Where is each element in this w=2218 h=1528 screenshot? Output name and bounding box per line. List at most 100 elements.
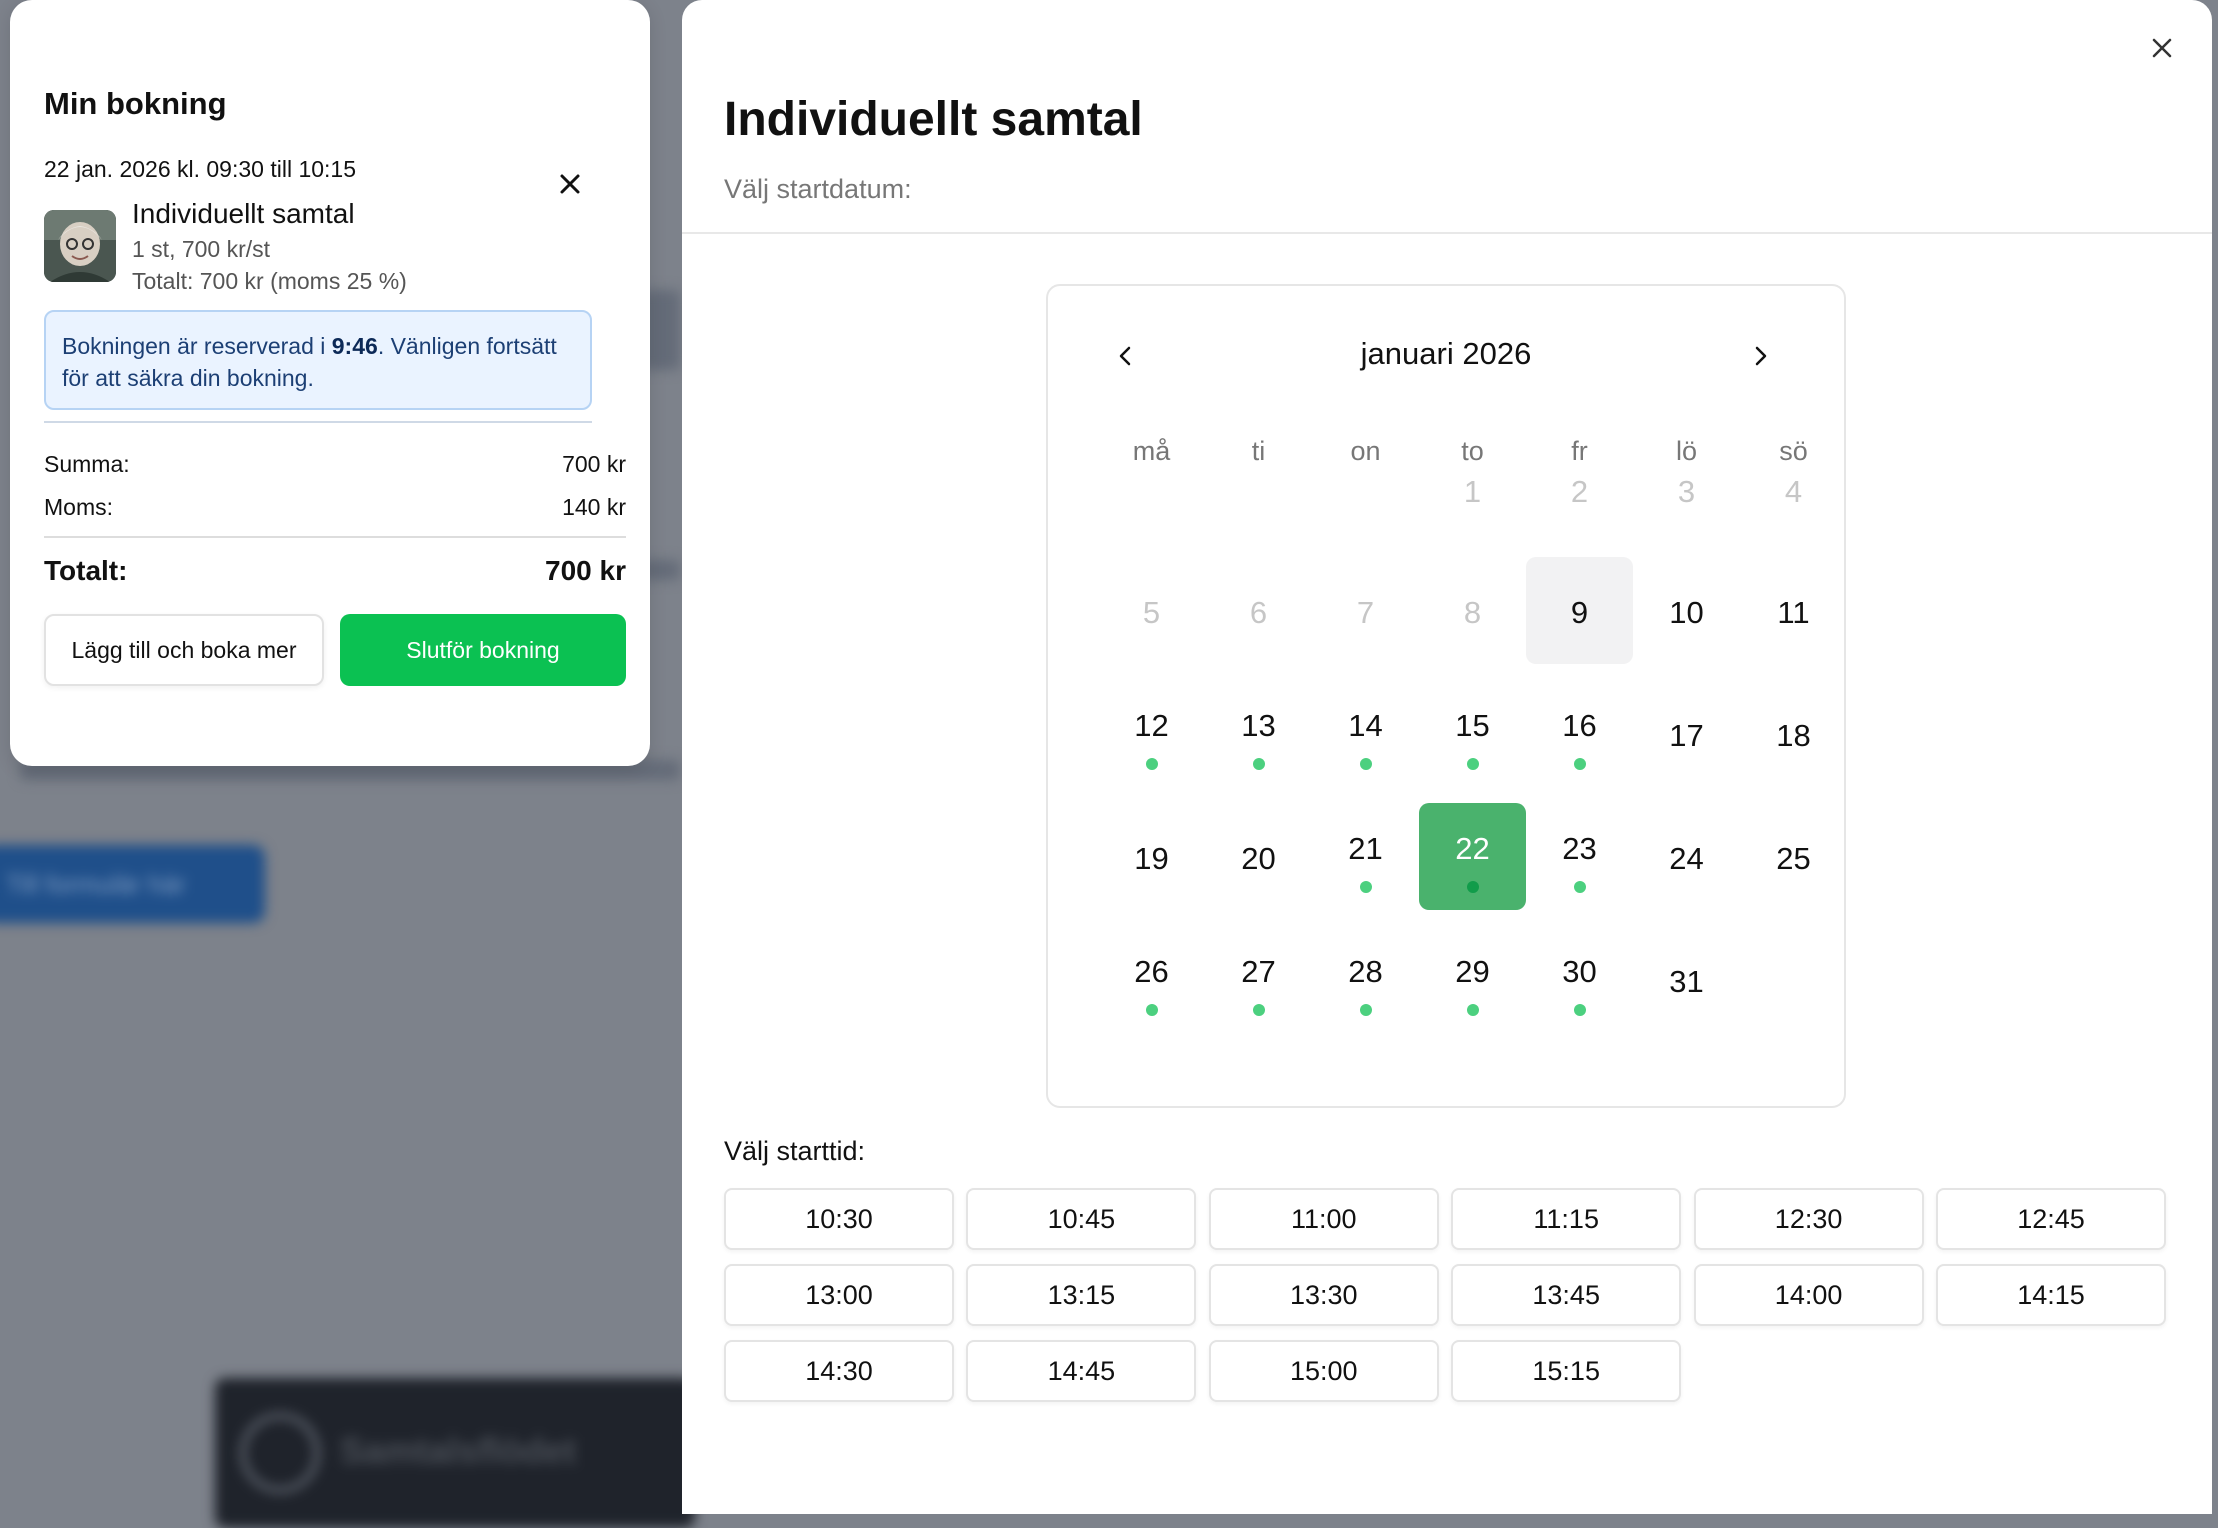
calendar-day[interactable]: 10 (1633, 557, 1740, 664)
calendar-day[interactable]: 9 (1526, 557, 1633, 664)
calendar-day-number: 2 (1570, 474, 1589, 509)
calendar-day[interactable]: 20 (1205, 803, 1312, 910)
calendar-day[interactable]: 25 (1740, 803, 1847, 910)
time-slot-button[interactable]: 12:45 (1936, 1188, 2166, 1250)
availability-dot-icon (1253, 758, 1265, 770)
time-slot-button[interactable]: 11:00 (1208, 1188, 1439, 1250)
calendar-day-number: 6 (1249, 595, 1268, 630)
calendar-day-number: 3 (1677, 474, 1696, 509)
calendar-day: 8 (1419, 557, 1526, 664)
calendar-day[interactable]: 11 (1740, 557, 1847, 664)
calendar-day-number: 23 (1562, 831, 1597, 866)
time-slot-button[interactable]: 13:45 (1451, 1264, 1682, 1326)
calendar-day[interactable]: 30 (1526, 926, 1633, 1033)
time-slot-button[interactable]: 11:15 (1451, 1188, 1682, 1250)
vat-row: Moms: 140 kr (44, 494, 626, 521)
calendar-day-number: 30 (1562, 954, 1597, 989)
reservation-notice: Bokningen är reserverad i 9:46. Vänligen… (44, 310, 592, 410)
availability-dot-icon (1574, 1004, 1586, 1016)
divider (44, 421, 592, 423)
availability-dot-icon (1360, 881, 1372, 893)
booking-modal: Individuellt samtal Välj startdatum: jan… (682, 0, 2212, 1514)
time-slot-button[interactable]: 15:15 (1451, 1340, 1682, 1402)
availability-dot-icon (1467, 881, 1479, 893)
calendar-day-number: 15 (1455, 708, 1490, 743)
calendar-day-number: 5 (1142, 595, 1161, 630)
time-slot-button[interactable]: 10:45 (966, 1188, 1197, 1250)
availability-dot-icon (1360, 758, 1372, 770)
time-slot-button[interactable]: 13:00 (724, 1264, 954, 1326)
background-footer: Samtalsflödet (215, 1378, 695, 1528)
calendar-day-number: 20 (1241, 841, 1276, 876)
remove-booking-close-icon[interactable] (548, 162, 592, 206)
calendar-day-number: 29 (1455, 954, 1490, 989)
calendar-day: 2 (1526, 436, 1633, 543)
calendar-day[interactable]: 15 (1419, 680, 1526, 787)
calendar-day[interactable]: 18 (1740, 680, 1847, 787)
availability-dot-icon (1146, 758, 1158, 770)
calendar-day[interactable]: 24 (1633, 803, 1740, 910)
calendar-day[interactable]: 29 (1419, 926, 1526, 1033)
time-slot-button[interactable]: 14:15 (1936, 1264, 2166, 1326)
close-modal-icon[interactable] (2142, 28, 2182, 68)
calendar-day[interactable]: 22 (1419, 803, 1526, 910)
time-slot-button[interactable]: 15:00 (1208, 1340, 1439, 1402)
booking-summary-card: Min bokning 22 jan. 2026 kl. 09:30 till … (10, 0, 650, 766)
calendar-day-number: 21 (1348, 831, 1383, 866)
calendar-day-number: 18 (1776, 718, 1811, 753)
calendar-day[interactable]: 31 (1633, 926, 1740, 1033)
divider (682, 232, 2212, 234)
background-button: Till formulär här (0, 845, 265, 923)
finish-booking-button[interactable]: Slutför bokning (340, 614, 626, 686)
time-slot-button[interactable]: 13:30 (1208, 1264, 1439, 1326)
calendar-day-number: 25 (1776, 841, 1811, 876)
availability-dot-icon (1467, 758, 1479, 770)
next-month-chevron-right-icon[interactable] (1740, 336, 1780, 376)
calendar-day[interactable]: 14 (1312, 680, 1419, 787)
start-time-label: Välj starttid: (724, 1136, 866, 1166)
calendar-day[interactable]: 12 (1098, 680, 1205, 787)
reservation-notice-prefix: Bokningen är reserverad i (62, 333, 332, 359)
time-slot-button[interactable]: 13:15 (966, 1264, 1197, 1326)
weekday-label: må (1132, 436, 1171, 466)
calendar-day-number: 4 (1784, 474, 1803, 509)
calendar-day: 5 (1098, 557, 1205, 664)
calendar-day-number: 11 (1777, 595, 1810, 630)
calendar-day[interactable]: 23 (1526, 803, 1633, 910)
calendar-day[interactable]: 26 (1098, 926, 1205, 1033)
total-value: 700 kr (545, 555, 626, 586)
calendar-day[interactable]: 17 (1633, 680, 1740, 787)
calendar-day[interactable]: 19 (1098, 803, 1205, 910)
calendar-day-number: 13 (1241, 708, 1276, 743)
time-slot-button[interactable]: 14:30 (724, 1340, 954, 1402)
vat-label: Moms: (44, 494, 113, 520)
calendar-day-number: 24 (1669, 841, 1704, 876)
add-and-book-more-button[interactable]: Lägg till och boka mer (44, 614, 324, 686)
calendar-day-number: 9 (1570, 595, 1589, 630)
vat-value: 140 kr (562, 494, 626, 520)
calendar-day[interactable]: 16 (1526, 680, 1633, 787)
background-footer-label: Samtalsflödet (340, 1430, 577, 1471)
calendar-day[interactable]: 13 (1205, 680, 1312, 787)
time-slot-button[interactable]: 14:45 (966, 1340, 1197, 1402)
calendar-day-number: 19 (1134, 841, 1169, 876)
time-slot-button[interactable]: 12:30 (1693, 1188, 1924, 1250)
time-slot-button[interactable]: 14:00 (1693, 1264, 1924, 1326)
avatar (44, 210, 116, 282)
time-slot-button[interactable]: 10:30 (724, 1188, 954, 1250)
calendar-day-number: 8 (1463, 595, 1482, 630)
booking-datetime: 22 jan. 2026 kl. 09:30 till 10:15 (44, 156, 357, 182)
calendar-day: 3 (1633, 436, 1740, 543)
calendar-day-number: 28 (1348, 954, 1383, 989)
booking-item-quantity: 1 st, 700 kr/st (132, 236, 271, 262)
calendar-day: 6 (1205, 557, 1312, 664)
modal-title: Individuellt samtal (724, 93, 1143, 146)
calendar-month-label: januari 2026 (1360, 336, 1532, 371)
calendar-day: 1 (1419, 436, 1526, 543)
calendar-day-number: 7 (1356, 595, 1375, 630)
calendar-day[interactable]: 27 (1205, 926, 1312, 1033)
calendar-day[interactable]: 28 (1312, 926, 1419, 1033)
calendar-day[interactable]: 21 (1312, 803, 1419, 910)
availability-dot-icon (1360, 1004, 1372, 1016)
reservation-timer: 9:46 (331, 333, 378, 359)
